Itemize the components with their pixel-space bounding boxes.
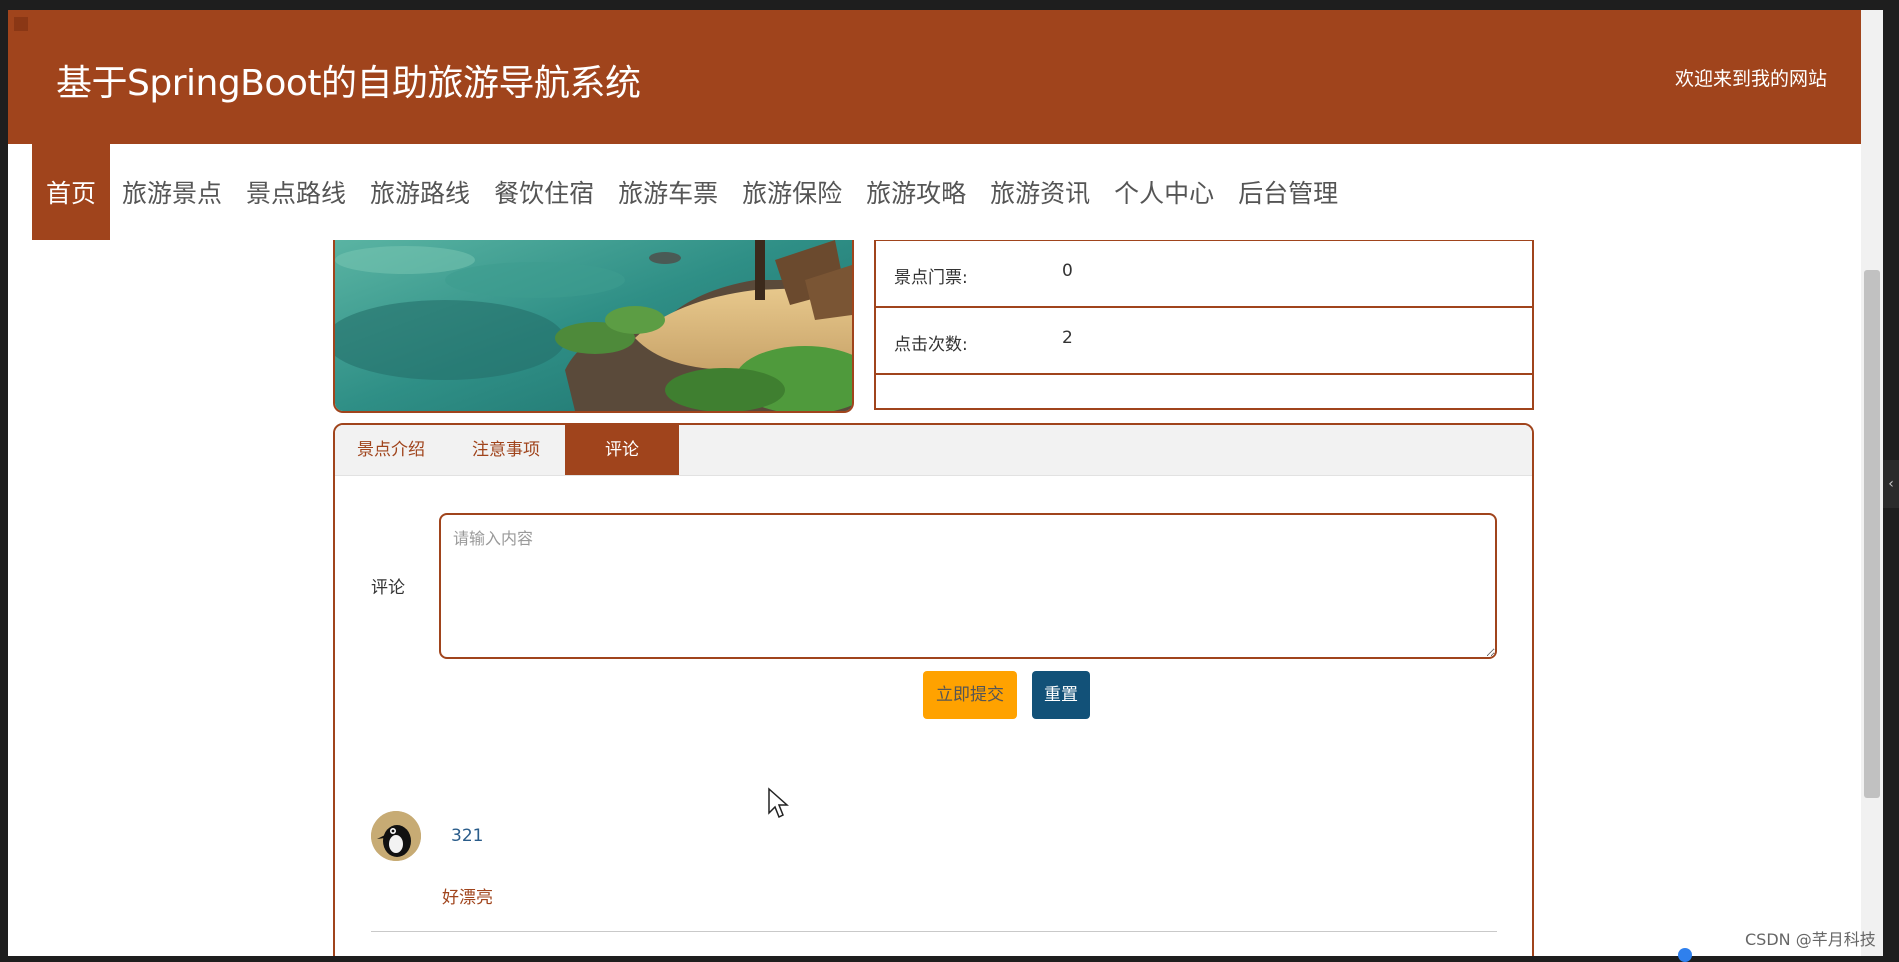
site-header: 基于SpringBoot的自助旅游导航系统 欢迎来到我的网站: [8, 10, 1861, 144]
ticket-value: 0: [1062, 261, 1073, 281]
comment-input[interactable]: [439, 513, 1497, 659]
nav-item-guides[interactable]: 旅游攻略: [854, 144, 978, 240]
main-content: 景点门票: 0 点击次数: 2 景点介绍 注意事项 评论 评论 立即提交 重置: [8, 240, 1861, 956]
click-count-value: 2: [1062, 328, 1073, 348]
scrollbar-thumb[interactable]: [1864, 270, 1880, 798]
beach-scene-image: [335, 240, 852, 411]
comment-username[interactable]: 321: [451, 826, 483, 846]
click-count-label: 点击次数:: [894, 335, 968, 355]
attraction-photo: [333, 240, 854, 413]
nav-item-tickets[interactable]: 旅游车票: [606, 144, 730, 240]
comment-text: 好漂亮: [442, 888, 493, 908]
window-icon: [14, 17, 28, 31]
submit-button[interactable]: 立即提交: [923, 671, 1017, 719]
tab-intro[interactable]: 景点介绍: [335, 425, 447, 475]
watermark: CSDN @芊月科技: [1745, 930, 1876, 949]
nav-item-admin[interactable]: 后台管理: [1226, 144, 1350, 240]
attraction-info-table: 景点门票: 0 点击次数: 2: [874, 240, 1534, 410]
nav-item-travel-routes[interactable]: 旅游路线: [358, 144, 482, 240]
nav-item-dining-lodging[interactable]: 餐饮住宿: [482, 144, 606, 240]
nav-item-home[interactable]: 首页: [32, 144, 111, 240]
info-row-empty: [876, 373, 1532, 397]
nav-item-personal-center[interactable]: 个人中心: [1102, 144, 1226, 240]
comment-label: 评论: [371, 578, 405, 598]
tab-notes[interactable]: 注意事项: [447, 425, 565, 475]
status-dot-icon: [1678, 948, 1692, 962]
main-nav: 首页 旅游景点 景点路线 旅游路线 餐饮住宿 旅游车票 旅游保险 旅游攻略 旅游…: [32, 144, 1350, 240]
nav-item-attraction-routes[interactable]: 景点路线: [234, 144, 358, 240]
penguin-avatar-icon: [371, 811, 421, 861]
tab-bar: 景点介绍 注意事项 评论: [335, 425, 1532, 476]
comment-divider: [371, 931, 1497, 932]
reset-button[interactable]: 重置: [1032, 671, 1090, 719]
ticket-row: 景点门票: 0: [876, 240, 1532, 308]
user-avatar: [371, 811, 421, 861]
tab-comments[interactable]: 评论: [565, 425, 679, 475]
detail-tabs-panel: 景点介绍 注意事项 评论 评论 立即提交 重置 321 好漂亮: [333, 423, 1534, 956]
mouse-cursor-icon: [768, 787, 789, 819]
ticket-label: 景点门票:: [894, 268, 968, 288]
welcome-text: 欢迎来到我的网站: [1674, 68, 1827, 90]
nav-item-attractions[interactable]: 旅游景点: [110, 144, 234, 240]
browser-page: 基于SpringBoot的自助旅游导航系统 欢迎来到我的网站 首页 旅游景点 景…: [8, 10, 1861, 956]
site-title: 基于SpringBoot的自助旅游导航系统: [56, 63, 641, 104]
nav-item-insurance[interactable]: 旅游保险: [730, 144, 854, 240]
click-count-row: 点击次数: 2: [876, 306, 1532, 375]
collapse-panel-icon[interactable]: ‹: [1883, 460, 1899, 508]
nav-item-news[interactable]: 旅游资讯: [978, 144, 1102, 240]
